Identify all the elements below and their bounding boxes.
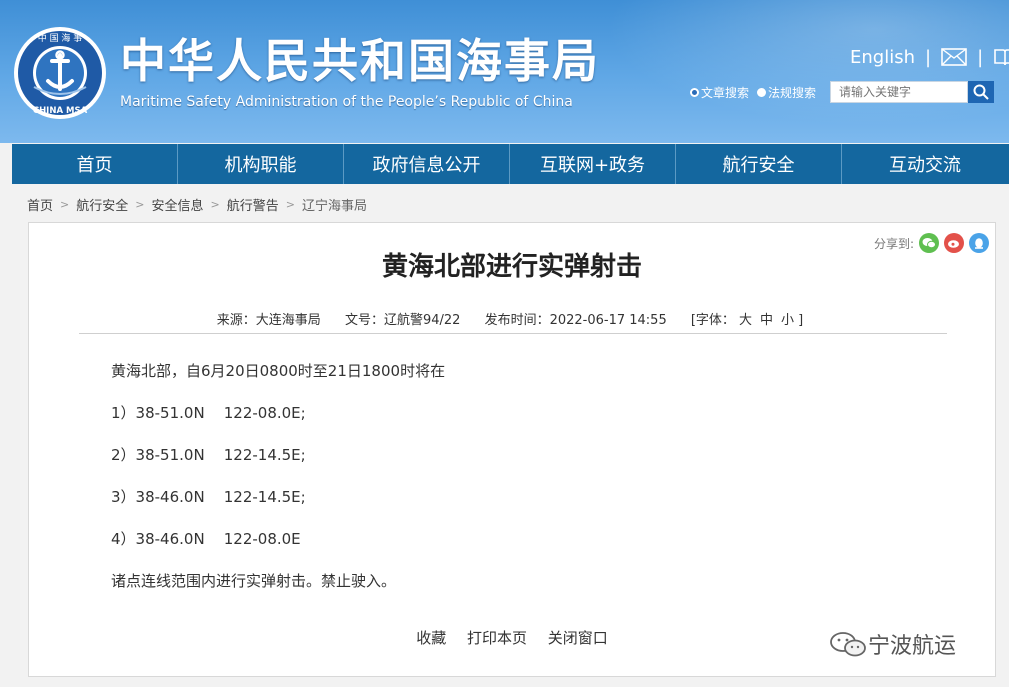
print-link[interactable]: 打印本页: [467, 629, 527, 647]
main-nav: 首页 机构职能 政府信息公开 互联网+政务 航行安全 互动交流: [12, 144, 1009, 184]
site-title-en: Maritime Safety Administration of the Pe…: [120, 94, 573, 110]
content-line: 黄海北部，自6月20日0800时至21日1800时将在: [111, 362, 446, 380]
content-line: 2）38-51.0N 122-14.5E;: [111, 446, 306, 464]
chevron-right-icon: >: [135, 197, 145, 211]
search-option-articles[interactable]: 文章搜索: [690, 84, 749, 101]
logo-seal-text-bottom: CHINA MSA: [33, 106, 88, 116]
search-bar: 文章搜索 法规搜索: [690, 80, 995, 104]
radio-unchecked-icon: [757, 87, 767, 97]
nav-item-interaction[interactable]: 互动交流: [842, 144, 1008, 184]
top-links: English | |: [850, 44, 1009, 70]
font-size-controls: [字体： 大中小 ]: [691, 313, 807, 328]
article-title: 黄海北部进行实弹射击: [381, 252, 642, 282]
font-size-large[interactable]: 大: [739, 313, 752, 328]
article-publish-time: 发布时间：2022-06-17 14:55: [484, 313, 667, 328]
chevron-right-icon: >: [210, 197, 220, 211]
search-option-regulations[interactable]: 法规搜索: [757, 84, 816, 101]
breadcrumb-home[interactable]: 首页: [27, 195, 53, 214]
top-link-separator: |: [925, 46, 932, 68]
breadcrumb-nav-warning[interactable]: 航行警告: [227, 195, 279, 214]
watermark-text: 宁波航运: [868, 634, 957, 659]
content-line: 4）38-46.0N 122-08.0E: [111, 530, 301, 548]
title-divider: [79, 333, 947, 334]
chevron-right-icon: >: [60, 197, 70, 211]
nav-item-home[interactable]: 首页: [12, 144, 178, 184]
font-size-label: [字体：: [690, 313, 735, 328]
breadcrumb-navigation-safety[interactable]: 航行安全: [76, 195, 128, 214]
content-line: 诸点连线范围内进行实弹射击。禁止驶入。: [111, 572, 397, 590]
search-icon: [973, 84, 989, 100]
china-msa-logo-icon[interactable]: 中 国 海 事 CHINA MSA: [12, 25, 108, 121]
wechat-watermark-icon: [830, 632, 866, 657]
article-meta: 来源：大连海事局 文号：辽航警94/22 发布时间：2022-06-17 14:…: [29, 309, 995, 328]
logo-seal-text-top: 中 国 海 事: [38, 32, 83, 44]
bookmark-link[interactable]: 收藏: [416, 629, 446, 647]
nav-item-gov-info[interactable]: 政府信息公开: [344, 144, 510, 184]
site-title-cn: 中华人民共和国海事局: [120, 34, 600, 88]
close-window-link[interactable]: 关闭窗口: [548, 629, 608, 647]
mail-icon[interactable]: [941, 48, 967, 66]
nav-item-functions[interactable]: 机构职能: [178, 144, 344, 184]
nav-item-internet-gov[interactable]: 互联网+政务: [510, 144, 676, 184]
breadcrumb-safety-info[interactable]: 安全信息: [151, 195, 203, 214]
header-decoration: [560, 0, 1009, 143]
search-option-regulations-label: 法规搜索: [768, 85, 817, 100]
article-source: 来源：大连海事局: [216, 313, 321, 328]
font-size-medium[interactable]: 中: [760, 313, 773, 328]
radio-checked-icon: [690, 87, 699, 97]
top-link-separator: |: [977, 46, 984, 68]
english-link[interactable]: English: [850, 47, 915, 68]
content-line: 1）38-51.0N 122-08.0E;: [111, 404, 306, 422]
breadcrumb-liaoning-msa[interactable]: 辽宁海事局: [302, 195, 367, 214]
font-size-small[interactable]: 小 ]: [781, 313, 803, 328]
watermark: 宁波航运: [828, 628, 956, 660]
nav-item-navigation-safety[interactable]: 航行安全: [676, 144, 842, 184]
breadcrumb: 首页 > 航行安全 > 安全信息 > 航行警告 > 辽宁海事局: [27, 195, 367, 214]
search-button[interactable]: [968, 81, 995, 103]
article-doc-number: 文号：辽航警94/22: [344, 313, 461, 328]
site-header: 中 国 海 事 CHINA MSA 中华人民共和国海事局 Maritime Sa…: [0, 0, 1009, 143]
search-option-articles-label: 文章搜索: [701, 85, 750, 100]
chevron-right-icon: >: [285, 197, 295, 211]
content-line: 3）38-46.0N 122-14.5E;: [111, 488, 306, 506]
article-panel: 分享到: 黄海北部进行实弹射击 来源：大连海事局 文号：辽航警94/22 发布时…: [28, 222, 996, 677]
book-icon[interactable]: [993, 47, 1009, 67]
article-content: 黄海北部，自6月20日0800时至21日1800时将在 1）38-51.0N 1…: [111, 361, 931, 613]
search-input[interactable]: [830, 81, 969, 103]
